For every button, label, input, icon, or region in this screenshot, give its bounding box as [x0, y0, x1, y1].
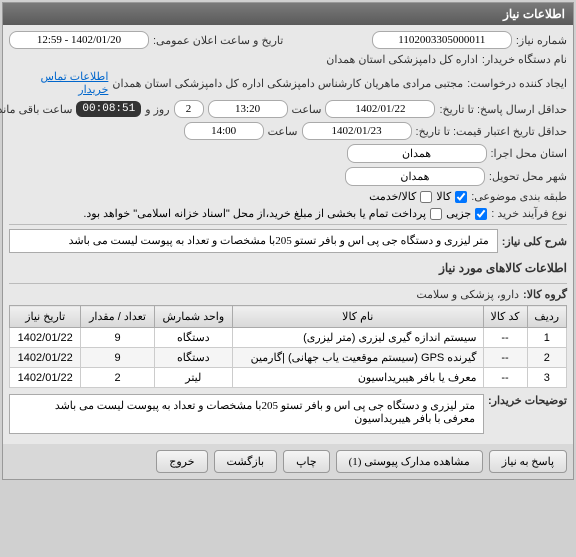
th-code[interactable]: کد کالا: [483, 306, 527, 328]
buyer-device-label: نام دستگاه خریدار:: [482, 53, 567, 66]
valid-date-field[interactable]: 1402/01/23: [302, 122, 412, 140]
th-date[interactable]: تاریخ نیاز: [10, 306, 81, 328]
cell-n: 3: [527, 368, 567, 388]
checkbox-partial[interactable]: جزیی: [446, 207, 487, 220]
checkbox-goods[interactable]: کالا: [436, 190, 467, 203]
deadline-time-field[interactable]: 13:20: [208, 100, 288, 118]
cb-partial-label: جزیی: [446, 207, 471, 220]
cell-unit: دستگاه: [154, 348, 232, 368]
table-row[interactable]: 1--سیستم اندازه گیری لیزری (متر لیزری)دس…: [10, 328, 567, 348]
countdown-timer: 00:08:51: [76, 101, 141, 117]
cell-name: گیرنده GPS (سیستم موقعیت یاب جهانی) |گار…: [232, 348, 483, 368]
th-qty[interactable]: تعداد / مقدار: [81, 306, 154, 328]
contact-link[interactable]: اطلاعات تماس خریدار: [9, 70, 108, 96]
checkbox-proc-note[interactable]: پرداخت تمام یا بخشی از مبلغ خرید،از محل …: [83, 207, 442, 220]
cell-date: 1402/01/22: [10, 348, 81, 368]
exec-loc-label: استان محل اجرا:: [491, 147, 568, 160]
th-unit[interactable]: واحد شمارش: [154, 306, 232, 328]
exec-loc-field[interactable]: همدان: [347, 144, 487, 163]
cell-qty: 2: [81, 368, 154, 388]
cell-name: معرف یا بافر هیبریداسیون: [232, 368, 483, 388]
button-row: پاسخ به نیاز مشاهده مدارک پیوستی (1) چاپ…: [3, 444, 573, 479]
desc-label: توضیحات خریدار:: [488, 394, 567, 407]
cell-qty: 9: [81, 328, 154, 348]
th-row[interactable]: ردیف: [527, 306, 567, 328]
deadline-label: حداقل ارسال پاسخ: تا تاریخ:: [439, 103, 567, 116]
creator-label: ایجاد کننده درخواست:: [467, 77, 567, 90]
desc-text[interactable]: متر لیزری و دستگاه جی پی اس و بافر تستو …: [9, 394, 484, 434]
summary-text[interactable]: متر لیزری و دستگاه جی پی اس و بافر تستو …: [9, 229, 498, 253]
cell-code: --: [483, 328, 527, 348]
cell-code: --: [483, 348, 527, 368]
time-label-1: ساعت: [292, 103, 322, 116]
class-label: طبقه بندی موضوعی:: [471, 190, 567, 203]
checkbox-services[interactable]: کالا/خدمت: [369, 190, 432, 203]
exit-button[interactable]: خروج: [156, 450, 207, 473]
time-label-2: ساعت: [268, 125, 298, 138]
req-no-label: شماره نیاز:: [516, 34, 567, 47]
group-label: گروه کالا:: [523, 288, 567, 301]
print-button[interactable]: چاپ: [283, 450, 330, 473]
req-no-field[interactable]: 1102003305000011: [372, 31, 512, 49]
creator-value: مجتبی مرادی ماهریان کارشناس دامپزشکی ادا…: [112, 77, 463, 90]
cell-qty: 9: [81, 348, 154, 368]
pub-date-label: تاریخ و ساعت اعلان عمومی:: [153, 34, 283, 47]
cell-date: 1402/01/22: [10, 368, 81, 388]
cell-unit: لیتر: [154, 368, 232, 388]
group-value: دارو، پزشکی و سلامت: [416, 288, 519, 301]
items-table: ردیف کد کالا نام کالا واحد شمارش تعداد /…: [9, 305, 567, 388]
cb-services-label: کالا/خدمت: [369, 190, 416, 203]
proc-note-label: پرداخت تمام یا بخشی از مبلغ خرید،از محل …: [83, 207, 426, 220]
buyer-device-value: اداره کل دامپزشکی استان همدان: [326, 53, 478, 66]
panel-title: اطلاعات نیاز: [3, 3, 573, 25]
cell-unit: دستگاه: [154, 328, 232, 348]
deliver-loc-field[interactable]: همدان: [345, 167, 485, 186]
deliver-loc-label: شهر محل تحویل:: [489, 170, 567, 183]
cell-name: سیستم اندازه گیری لیزری (متر لیزری): [232, 328, 483, 348]
items-section-title: اطلاعات کالاهای مورد نیاز: [9, 257, 567, 279]
days-label: روز و: [145, 103, 169, 116]
summary-label: شرح کلی نیاز:: [502, 235, 567, 248]
table-row[interactable]: 2--گیرنده GPS (سیستم موقعیت یاب جهانی) |…: [10, 348, 567, 368]
attachments-button[interactable]: مشاهده مدارک پیوستی (1): [336, 450, 483, 473]
remain-label: ساعت باقی مانده: [0, 103, 72, 116]
pub-date-field[interactable]: 1402/01/20 - 12:59: [9, 31, 149, 49]
cell-code: --: [483, 368, 527, 388]
cell-date: 1402/01/22: [10, 328, 81, 348]
days-field[interactable]: 2: [174, 100, 204, 118]
th-name[interactable]: نام کالا: [232, 306, 483, 328]
back-button[interactable]: بازگشت: [214, 450, 278, 473]
valid-time-field[interactable]: 14:00: [184, 122, 264, 140]
cb-goods-label: کالا: [436, 190, 451, 203]
table-row[interactable]: 3--معرف یا بافر هیبریداسیونلیتر21402/01/…: [10, 368, 567, 388]
valid-label: حداقل تاریخ اعتبار قیمت: تا تاریخ:: [416, 125, 567, 138]
cell-n: 2: [527, 348, 567, 368]
deadline-date-field[interactable]: 1402/01/22: [325, 100, 435, 118]
respond-button[interactable]: پاسخ به نیاز: [489, 450, 567, 473]
proc-label: نوع فرآیند خرید :: [491, 207, 567, 220]
cell-n: 1: [527, 328, 567, 348]
